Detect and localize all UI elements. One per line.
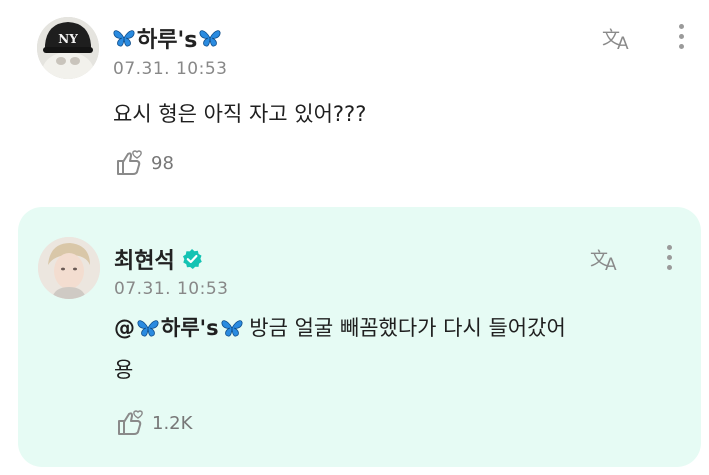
ny-cap-avatar-icon: NY: [37, 17, 99, 79]
svg-text:NY: NY: [58, 32, 78, 46]
like-icon: [118, 410, 143, 435]
like-icon: [117, 150, 142, 175]
butterfly-icon: [221, 318, 243, 338]
butterfly-icon: [113, 28, 135, 48]
like-count: 1.2K: [152, 412, 193, 434]
verified-badge-icon: [181, 248, 203, 270]
like-button[interactable]: 1.2K: [114, 409, 192, 437]
reply-body: 방금 얼굴 빼꼼했다가 다시 들어갔어: [249, 316, 566, 340]
butterfly-icon: [199, 28, 221, 48]
avatar[interactable]: NY: [37, 17, 99, 79]
timestamp: 07.31. 10:53: [114, 279, 229, 299]
more-vertical-icon[interactable]: [676, 24, 686, 54]
butterfly-icon: [137, 318, 159, 338]
timestamp: 07.31. 10:53: [113, 59, 228, 79]
svg-text:A: A: [617, 34, 629, 52]
more-vertical-icon[interactable]: [664, 245, 674, 275]
at-sign: @: [114, 316, 135, 340]
reply-body-line2: 용: [114, 358, 134, 382]
svg-text:A: A: [605, 255, 617, 273]
mention-name: 하루's: [161, 316, 219, 340]
comment-text: 요시 형은 아직 자고 있어???: [113, 102, 367, 126]
author-name[interactable]: 최현석: [114, 243, 203, 275]
like-button[interactable]: 98: [113, 149, 174, 177]
like-count: 98: [151, 152, 174, 174]
mention-link[interactable]: @ 하루's: [114, 307, 243, 349]
reply-item-highlighted: 최현석 07.31. 10:53 @ 하루's 방금 얼굴 빼꼼했다가 다시 들어…: [18, 207, 701, 467]
translate-icon[interactable]: 文 A: [590, 245, 624, 275]
reply-text: @ 하루's 방금 얼굴 빼꼼했다가 다시 들어갔어 용: [114, 307, 674, 391]
author-name[interactable]: 하루's: [113, 22, 221, 54]
profile-avatar-icon: [38, 237, 100, 299]
translate-icon[interactable]: 文 A: [602, 24, 636, 54]
comment-item: NY 하루's 07.31. 10:53 요시 형은 아직 자고 있어??? 文…: [0, 0, 709, 200]
avatar[interactable]: [38, 237, 100, 299]
